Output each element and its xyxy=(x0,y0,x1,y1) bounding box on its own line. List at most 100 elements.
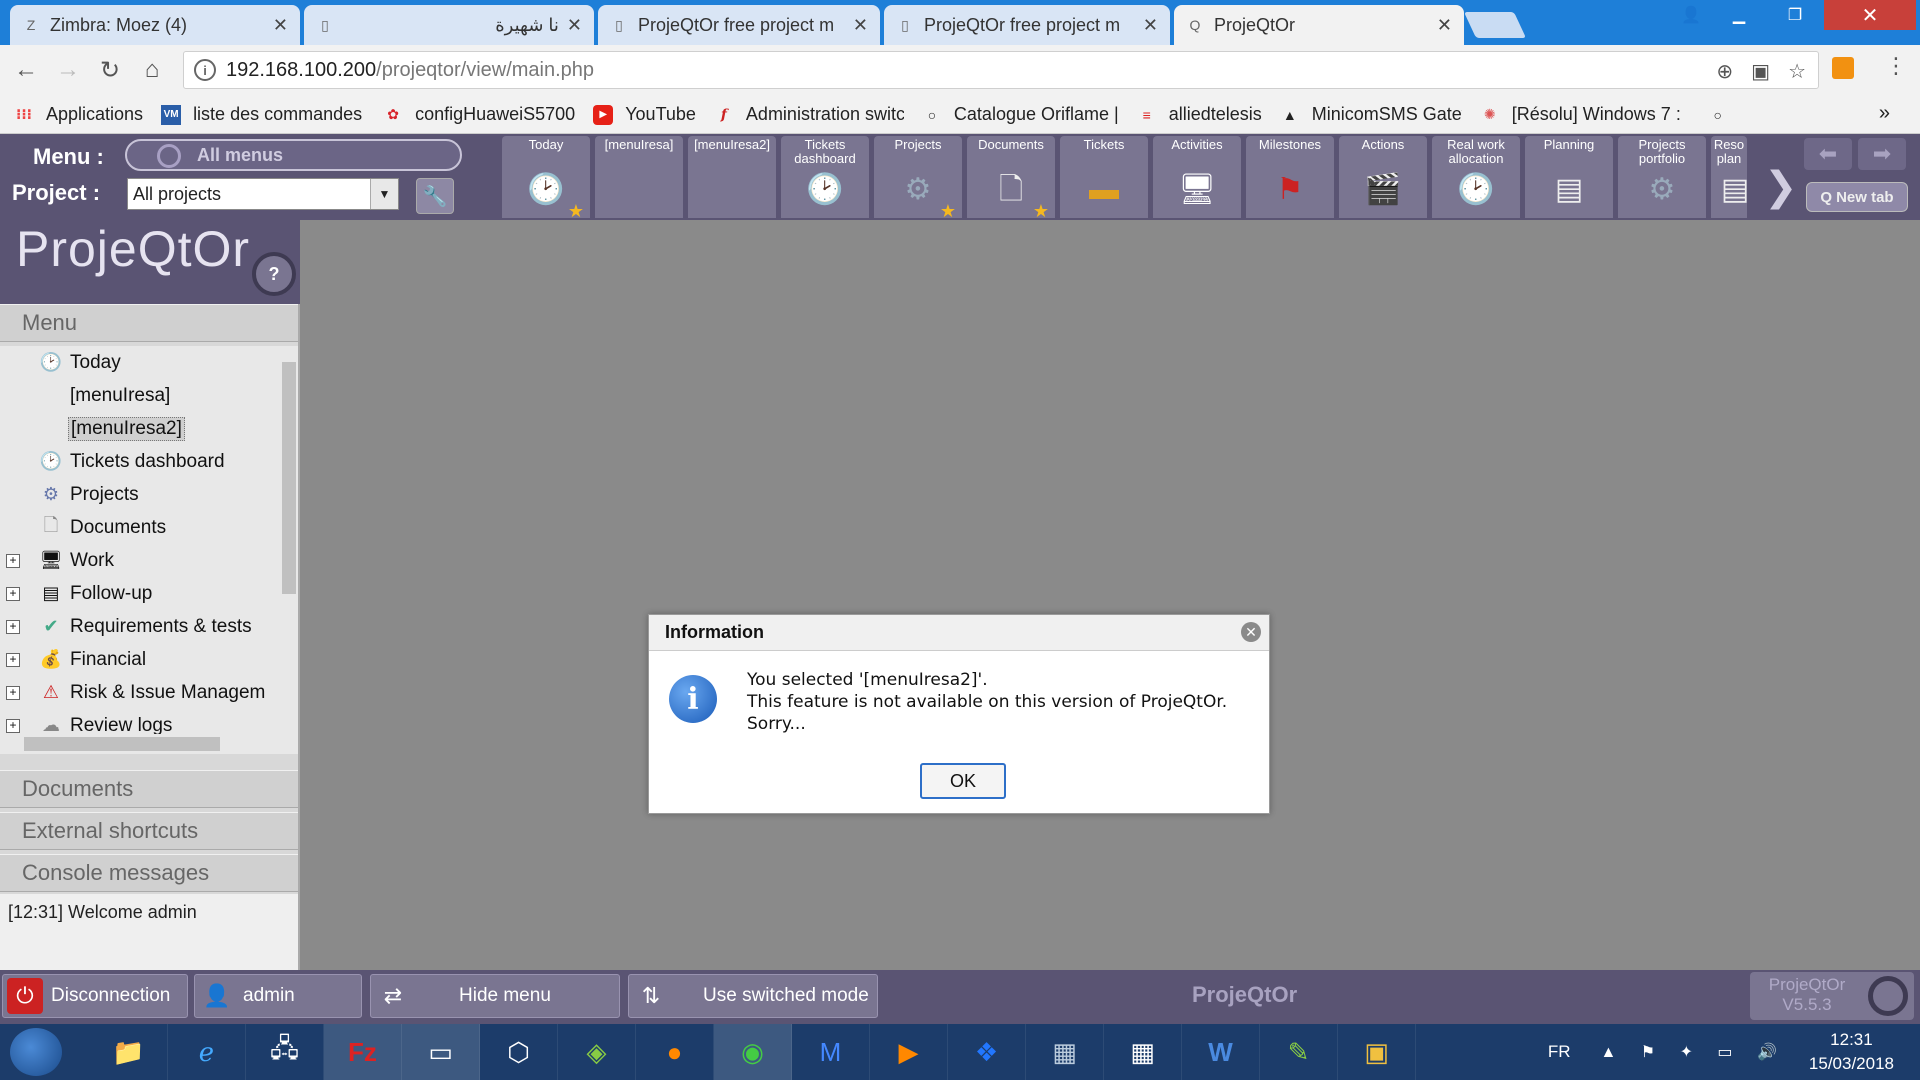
accordion-documents[interactable]: Documents xyxy=(0,770,298,808)
toolbar-resource-plan[interactable]: Reso plan ▤ xyxy=(1711,136,1747,218)
omnibox[interactable]: i 192.168.100.200/projeqtor/view/main.ph… xyxy=(183,51,1819,89)
cmd-icon[interactable]: ▭ xyxy=(402,1024,480,1080)
ok-button[interactable]: OK xyxy=(920,763,1006,799)
clock[interactable]: 12:31 15/03/2018 xyxy=(1809,1028,1894,1076)
close-icon[interactable]: ✕ xyxy=(567,15,582,36)
toolbar-tickets-dashboard[interactable]: Tickets dashboard 🕑 xyxy=(781,136,869,218)
tree-item-tickets-dashboard[interactable]: 🕑 Tickets dashboard xyxy=(0,445,298,478)
accordion-menu[interactable]: Menu xyxy=(0,304,298,342)
window-close-button[interactable]: ✕ xyxy=(1824,0,1916,30)
tree-item-risk-issue[interactable]: + ⚠ Risk & Issue Managem xyxy=(0,676,298,709)
history-back-icon[interactable]: ⬅ xyxy=(1804,138,1852,170)
tree-item-documents[interactable]: 🗋 Documents xyxy=(0,511,298,544)
toolbar-scroll-right-icon[interactable]: ❯ xyxy=(1764,164,1798,210)
browser-tab-zimbra[interactable]: Z Zimbra: Moez (4) ✕ xyxy=(10,5,300,45)
user-button[interactable]: 👤 admin xyxy=(194,974,362,1018)
browser-tab-arabic[interactable]: ▯ نا شهيرة ✕ xyxy=(304,5,594,45)
bookmark-catalogue-oriflame[interactable]: ○ Catalogue Oriflame | xyxy=(922,104,1119,125)
dropbox-icon[interactable]: ❖ xyxy=(948,1024,1026,1080)
toolbar-planning[interactable]: Planning ▤ xyxy=(1525,136,1613,218)
toolbar-documents[interactable]: Documents 🗋 ★ xyxy=(967,136,1055,220)
firefox-icon[interactable]: ● xyxy=(636,1024,714,1080)
zoom-icon[interactable]: ⊕ xyxy=(1716,59,1733,84)
toolbar-today[interactable]: Today 🕑 ★ xyxy=(502,136,590,220)
notepad-icon[interactable]: ✎ xyxy=(1260,1024,1338,1080)
bookmark-administration-switch[interactable]: f Administration switch xyxy=(714,104,904,125)
close-icon[interactable]: ✕ xyxy=(273,15,288,36)
tray-icons[interactable]: ▲ ⚑ ✦ ▭ 🔊 xyxy=(1601,1042,1787,1062)
accordion-external-shortcuts[interactable]: External shortcuts xyxy=(0,812,298,850)
tree-item-work[interactable]: + 🖥 Work xyxy=(0,544,298,577)
expand-icon[interactable]: + xyxy=(6,619,20,634)
expand-icon[interactable]: + xyxy=(6,652,20,667)
close-icon[interactable]: ✕ xyxy=(1437,15,1452,36)
toolbar-projects[interactable]: Projects ⚙ ★ xyxy=(874,136,962,220)
translate-icon[interactable]: ▣ xyxy=(1751,59,1770,84)
close-icon[interactable]: ✕ xyxy=(1241,622,1261,642)
malwarebytes-icon[interactable]: M xyxy=(792,1024,870,1080)
close-icon[interactable]: ✕ xyxy=(1143,15,1158,36)
disconnection-button[interactable]: ⏻ Disconnection xyxy=(2,974,188,1018)
virtualbox-icon[interactable]: ⬡ xyxy=(480,1024,558,1080)
expand-icon[interactable]: + xyxy=(6,553,20,568)
ie-icon[interactable]: ℯ xyxy=(168,1024,246,1080)
network-icon[interactable]: 🖧 xyxy=(246,1024,324,1080)
bookmark-alliedtelesis[interactable]: ≡ alliedtelesis xyxy=(1137,104,1262,125)
toolbar-menuiresa2[interactable]: [menuIresa2] xyxy=(688,136,776,218)
folder-yellow-icon[interactable]: ▣ xyxy=(1338,1024,1416,1080)
reload-button[interactable]: ↻ xyxy=(96,56,124,84)
bookmark-applications[interactable]: ⁝⁝⁝ Applications xyxy=(14,104,143,125)
back-button[interactable]: ← xyxy=(12,56,40,84)
vsphere-icon[interactable]: ◈ xyxy=(558,1024,636,1080)
tree-item-menuiresa2[interactable]: [menuIresa2] xyxy=(0,412,298,445)
bookmark-youtube[interactable]: ▶ YouTube xyxy=(593,104,696,125)
version-badge[interactable]: ProjeQtOr V5.5.3 xyxy=(1750,972,1914,1020)
new-tab-app-button[interactable]: Q New tab xyxy=(1806,182,1908,212)
minimize-button[interactable]: ▁ xyxy=(1716,0,1762,30)
tree-item-requirements[interactable]: + ✔ Requirements & tests xyxy=(0,610,298,643)
menu-vertical-scrollbar[interactable] xyxy=(280,346,298,734)
hide-menu-button[interactable]: ⇄ Hide menu xyxy=(370,974,620,1018)
close-icon[interactable]: ✕ xyxy=(853,15,868,36)
browser-tab-projeqtor-free-1[interactable]: ▯ ProjeQtOr free project m ✕ xyxy=(598,5,880,45)
expand-icon[interactable]: + xyxy=(6,586,20,601)
tree-item-review-logs[interactable]: + ☁ Review logs xyxy=(0,709,298,734)
tree-item-financial[interactable]: + 💰 Financial xyxy=(0,643,298,676)
site-info-icon[interactable]: i xyxy=(194,59,216,81)
bookmark-minicomsms[interactable]: ▲ MinicomSMS Gatewa xyxy=(1280,104,1462,125)
menu-horizontal-scrollbar[interactable] xyxy=(0,734,298,754)
calculator-icon[interactable]: ▦ xyxy=(1104,1024,1182,1080)
start-button[interactable] xyxy=(10,1028,62,1076)
toolbar-projects-portfolio[interactable]: Projects portfolio ⚙ xyxy=(1618,136,1706,218)
browser-tab-projeqtor-free-2[interactable]: ▯ ProjeQtOr free project m ✕ xyxy=(884,5,1170,45)
toolbar-real-work-allocation[interactable]: Real work allocation 🕑 xyxy=(1432,136,1520,218)
expand-icon[interactable]: + xyxy=(6,685,20,700)
restore-button[interactable]: ❐ xyxy=(1772,0,1818,30)
history-forward-icon[interactable]: ➡ xyxy=(1858,138,1906,170)
switched-mode-button[interactable]: ⇅ Use switched mode xyxy=(628,974,878,1018)
media-player-icon[interactable]: ▶ xyxy=(870,1024,948,1080)
all-menus-selector[interactable]: All menus xyxy=(125,139,462,171)
filezilla-icon[interactable]: Fz xyxy=(324,1024,402,1080)
forward-button[interactable]: → xyxy=(54,56,82,84)
explorer-icon[interactable]: 📁 xyxy=(90,1024,168,1080)
toolbar-milestones[interactable]: Milestones ⚑ xyxy=(1246,136,1334,218)
tree-item-menuiresa[interactable]: [menuIresa] xyxy=(0,379,298,412)
tree-item-follow-up[interactable]: + ▤ Follow-up xyxy=(0,577,298,610)
tree-item-today[interactable]: 🕑 Today xyxy=(0,346,298,379)
chevron-down-icon[interactable]: ▼ xyxy=(370,179,398,209)
bookmark-circle[interactable]: ○ xyxy=(1708,105,1740,125)
accordion-console-messages[interactable]: Console messages xyxy=(0,854,298,892)
scrollbar-thumb[interactable] xyxy=(24,737,220,751)
scrollbar-thumb[interactable] xyxy=(282,362,296,594)
language-indicator[interactable]: FR xyxy=(1548,1042,1571,1062)
expand-icon[interactable]: + xyxy=(6,718,20,733)
bookmark-confighuawei[interactable]: ✿ configHuaweiS5700 xyxy=(383,104,575,125)
user-profile-icon[interactable]: 👤 xyxy=(1668,0,1714,30)
new-tab-button[interactable] xyxy=(1463,12,1527,38)
browser-menu-icon[interactable]: ⋮ xyxy=(1885,53,1907,79)
bookmark-resolu-windows[interactable]: ✺ [Résolu] Windows 7 : xyxy=(1480,104,1690,125)
bookmarks-more[interactable]: » xyxy=(1879,102,1890,125)
app-icon[interactable]: ▦ xyxy=(1026,1024,1104,1080)
wrench-icon[interactable]: 🔧 xyxy=(416,178,454,214)
